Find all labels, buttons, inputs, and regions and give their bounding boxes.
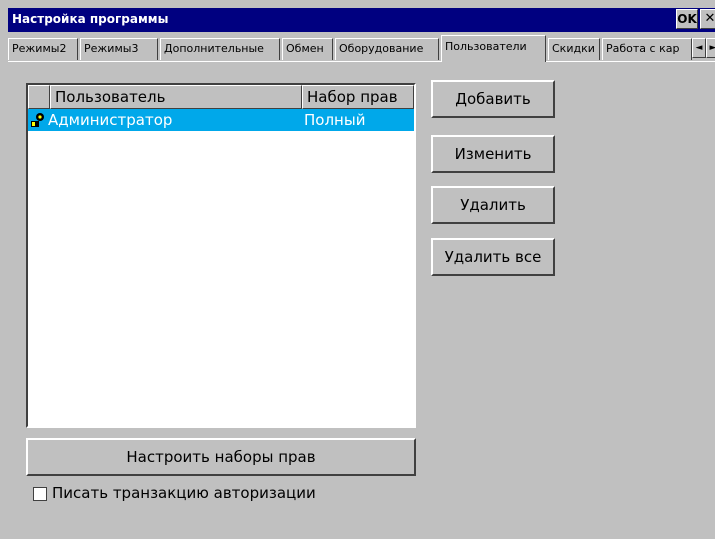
configure-rights-button[interactable]: Настроить наборы прав — [26, 438, 416, 476]
tab-modes3[interactable]: Режимы3 — [80, 38, 158, 60]
column-header-user[interactable]: Пользователь — [50, 85, 302, 109]
add-button[interactable]: Добавить — [431, 80, 555, 118]
delete-button[interactable]: Удалить — [431, 186, 555, 224]
column-header-rights[interactable]: Набор прав — [302, 85, 414, 109]
tab-scroll-right-icon[interactable]: ► — [706, 38, 715, 58]
user-key-icon — [31, 113, 44, 127]
auth-transaction-label[interactable]: Писать транзакцию авторизации — [52, 484, 316, 502]
tab-additional[interactable]: Дополнительные — [160, 38, 280, 60]
user-rights-cell: Полный — [304, 111, 366, 129]
user-name-cell: Администратор — [48, 111, 173, 129]
tab-equipment[interactable]: Оборудование — [335, 38, 439, 60]
users-list-header: Пользователь Набор прав — [28, 85, 414, 109]
tab-discounts[interactable]: Скидки — [548, 38, 600, 60]
tab-strip: Режимы2 Режимы3 Дополнительные Обмен Обо… — [8, 32, 715, 62]
edit-button[interactable]: Изменить — [431, 135, 555, 173]
ok-button[interactable]: OK — [676, 9, 698, 29]
table-row[interactable]: Администратор Полный — [28, 109, 414, 131]
tab-exchange[interactable]: Обмен — [282, 38, 333, 60]
close-icon[interactable]: ✕ — [700, 9, 715, 29]
tab-scroll-left-icon[interactable]: ◄ — [692, 38, 706, 58]
delete-all-button[interactable]: Удалить все — [431, 238, 555, 276]
users-list[interactable]: Пользователь Набор прав Администратор По… — [26, 83, 416, 428]
settings-window: Настройка программы OK ✕ Режимы2 Режимы3… — [0, 0, 715, 539]
column-header-icon[interactable] — [28, 85, 50, 109]
tab-users[interactable]: Пользователи — [441, 35, 546, 62]
tab-cards[interactable]: Работа с кар — [602, 38, 692, 60]
title-bar: Настройка программы OK ✕ — [8, 8, 715, 32]
tab-modes2[interactable]: Режимы2 — [8, 38, 78, 60]
tab-scroll-buttons: ◄ ► — [692, 38, 715, 58]
auth-transaction-checkbox[interactable] — [33, 487, 47, 501]
window-title: Настройка программы — [12, 12, 169, 26]
